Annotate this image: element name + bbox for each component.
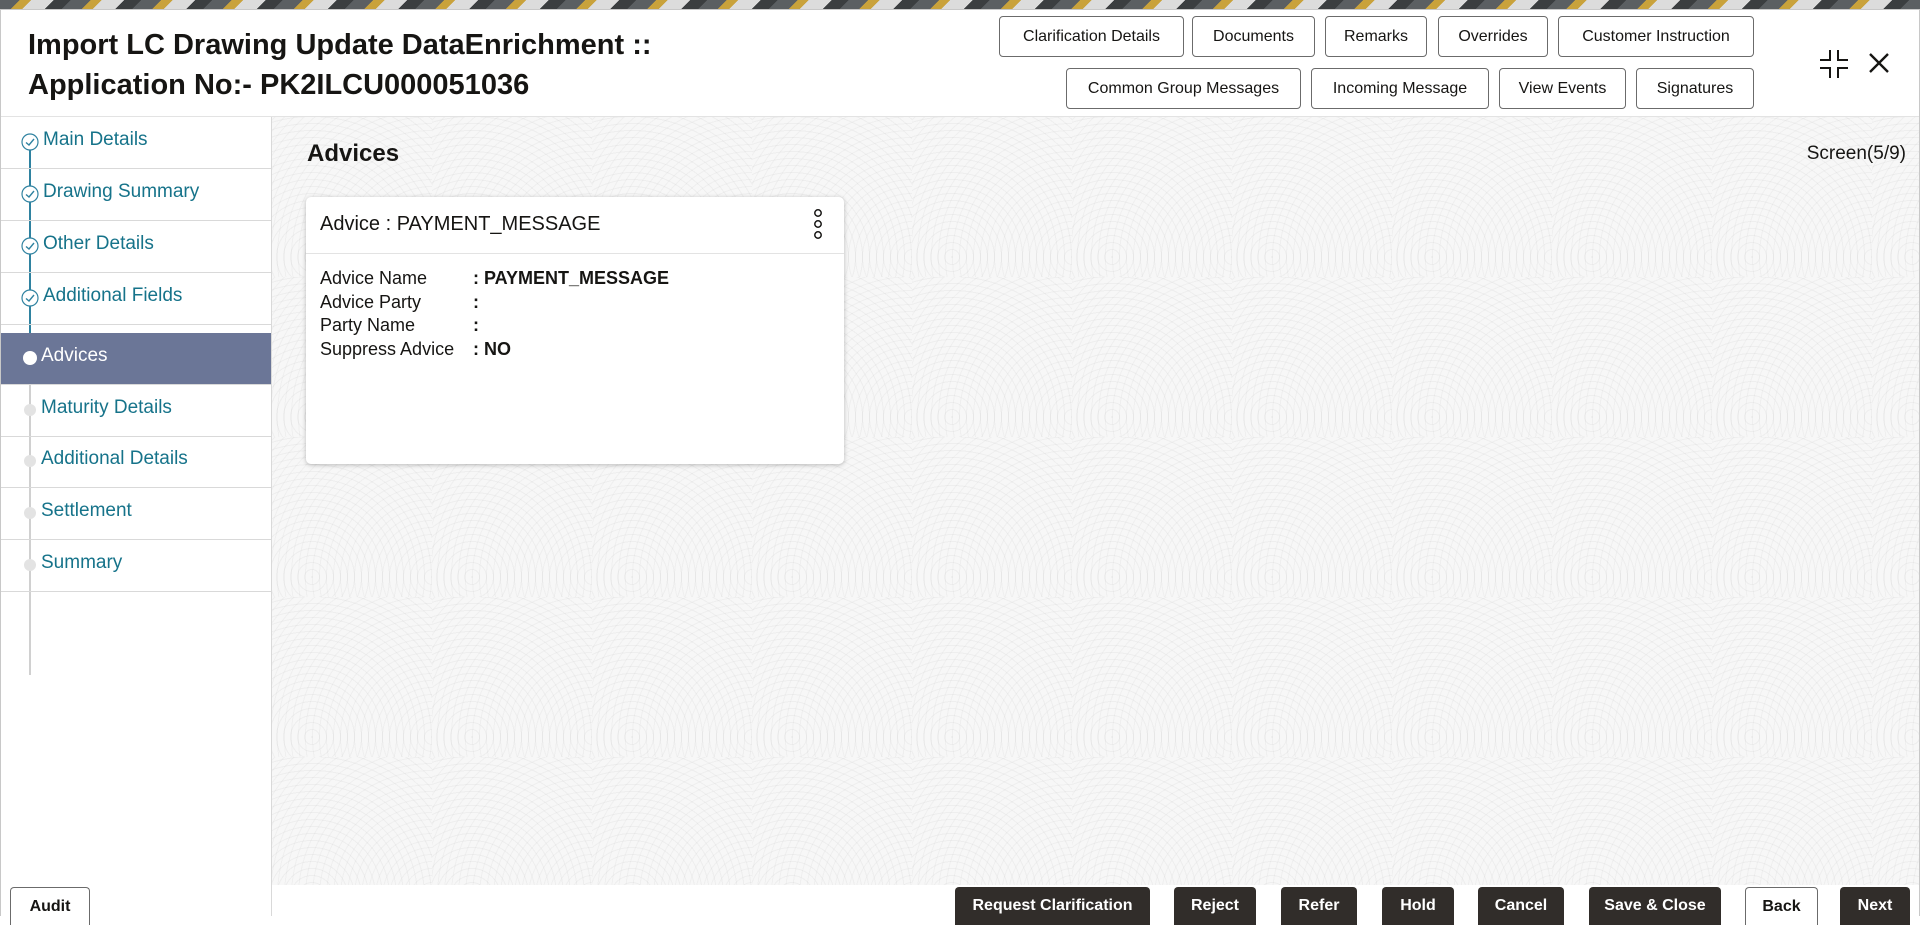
suppress-advice-value: : NO: [473, 339, 511, 359]
advice-card-title: Advice : PAYMENT_MESSAGE: [320, 213, 601, 235]
check-circle-icon: [21, 289, 39, 307]
advice-card: Advice : PAYMENT_MESSAGE Advice Name : P…: [306, 197, 844, 464]
sidebar-item-additional-fields[interactable]: Additional Fields: [1, 273, 271, 325]
sidebar-item-label: Summary: [41, 552, 123, 573]
sidebar-item-label: Settlement: [41, 500, 132, 521]
pending-step-icon: [24, 559, 36, 571]
sidebar-item-summary[interactable]: Summary: [1, 540, 271, 592]
next-button[interactable]: Next: [1840, 887, 1910, 925]
check-circle-icon: [21, 133, 39, 151]
pending-step-icon: [24, 404, 36, 416]
documents-button[interactable]: Documents: [1192, 16, 1315, 57]
party-name-label: Party Name: [320, 315, 416, 335]
sidebar-item-label: Drawing Summary: [43, 181, 200, 202]
request-clarification-button[interactable]: Request Clarification: [955, 887, 1150, 925]
sidebar-item-additional-details[interactable]: Additional Details: [1, 436, 271, 488]
cancel-button[interactable]: Cancel: [1478, 887, 1564, 925]
sidebar-item-settlement[interactable]: Settlement: [1, 488, 271, 540]
remarks-button[interactable]: Remarks: [1325, 16, 1427, 57]
advice-name-value: : PAYMENT_MESSAGE: [473, 268, 670, 288]
signatures-button[interactable]: Signatures: [1636, 68, 1754, 109]
hold-button[interactable]: Hold: [1382, 887, 1454, 925]
dialog-header: Import LC Drawing Update DataEnrichment …: [1, 10, 1919, 117]
check-circle-icon: [21, 185, 39, 203]
sidebar-item-label: Other Details: [43, 233, 154, 254]
advice-party-value: :: [473, 292, 479, 312]
sidebar-item-main-details[interactable]: Main Details: [1, 117, 271, 169]
dialog-window: Import LC Drawing Update DataEnrichment …: [0, 9, 1920, 925]
back-button[interactable]: Back: [1745, 887, 1818, 925]
sidebar-item-other-details[interactable]: Other Details: [1, 221, 271, 273]
check-circle-icon: [21, 237, 39, 255]
sidebar-item-label: Advices: [41, 345, 108, 366]
more-options-icon[interactable]: [810, 207, 826, 241]
advice-party-label: Advice Party: [320, 292, 422, 312]
sidebar-item-label: Main Details: [43, 129, 148, 150]
refer-button[interactable]: Refer: [1281, 887, 1357, 925]
step-navigation: Main Details Drawing Summary Other Detai…: [1, 117, 272, 916]
sidebar-item-label: Additional Fields: [43, 285, 183, 306]
application-number: Application No:- PK2ILCU000051036: [28, 69, 530, 101]
view-events-button[interactable]: View Events: [1499, 68, 1626, 109]
sidebar-item-drawing-summary[interactable]: Drawing Summary: [1, 169, 271, 221]
sidebar-item-maturity-details[interactable]: Maturity Details: [1, 385, 271, 437]
reject-button[interactable]: Reject: [1174, 887, 1256, 925]
suppress-advice-label: Suppress Advice: [320, 339, 455, 359]
party-name-value: :: [473, 315, 479, 335]
common-group-messages-button[interactable]: Common Group Messages: [1066, 68, 1301, 109]
page-title: Import LC Drawing Update DataEnrichment …: [28, 29, 652, 61]
screen-indicator: Screen(5/9): [1806, 143, 1906, 164]
current-step-icon: [23, 351, 37, 365]
sidebar-item-label: Maturity Details: [41, 397, 172, 418]
main-content: Advices Screen(5/9) Advice : PAYMENT_MES…: [272, 117, 1919, 885]
customer-instruction-button[interactable]: Customer Instruction: [1558, 16, 1754, 57]
audit-button[interactable]: Audit: [10, 887, 90, 925]
save-and-close-button[interactable]: Save & Close: [1589, 887, 1721, 925]
close-icon[interactable]: [1865, 49, 1893, 77]
advice-card-header: Advice : PAYMENT_MESSAGE: [306, 197, 844, 254]
overrides-button[interactable]: Overrides: [1438, 16, 1548, 57]
sidebar-item-advices[interactable]: Advices: [1, 333, 271, 385]
advice-name-label: Advice Name: [320, 268, 428, 288]
incoming-message-button[interactable]: Incoming Message: [1311, 68, 1489, 109]
pending-step-icon: [24, 455, 36, 467]
clarification-details-button[interactable]: Clarification Details: [999, 16, 1184, 57]
section-title: Advices: [307, 140, 400, 167]
pending-step-icon: [24, 507, 36, 519]
sidebar-item-label: Additional Details: [41, 448, 188, 469]
collapse-icon[interactable]: [1819, 49, 1849, 79]
footer-bar: Audit Request Clarification Reject Refer…: [1, 877, 1919, 925]
